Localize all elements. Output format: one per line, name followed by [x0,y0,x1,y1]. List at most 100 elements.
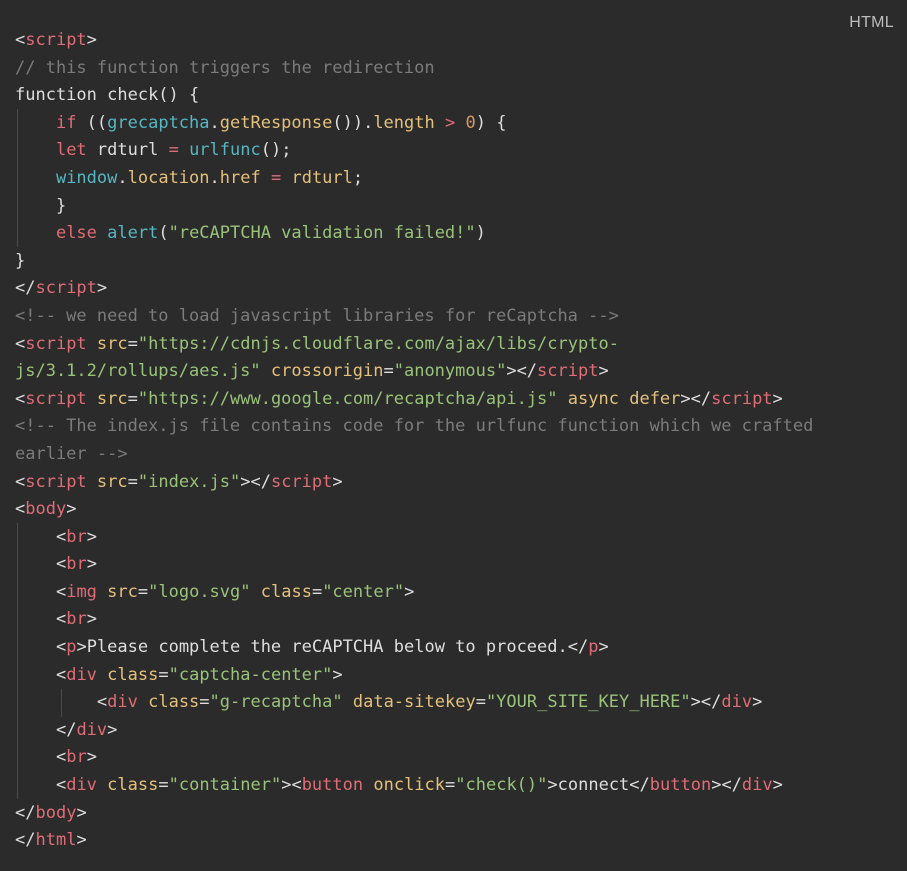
code-token-fn: rdturl [291,167,353,188]
code-token-tag: div [741,775,773,796]
code-line: </html> [15,827,897,855]
code-token-attr: class [260,581,312,602]
code-token-attr: defer [629,388,681,409]
code-token-attr: src [96,333,128,354]
code-token-tag-bracket: < [55,637,67,658]
code-token-str: "captcha-center" [168,664,333,685]
code-token-tag-bracket: > [752,692,763,713]
code-token-tag-bracket: </ [15,830,36,851]
code-token-tag: div [721,692,753,713]
code-token-attr: class [107,664,159,685]
code-line: <!-- we need to load javascript librarie… [15,303,897,331]
code-token-tag: script [711,388,773,409]
code-token-tag-bracket: < [55,664,67,685]
code-token-str: "g-recaptcha" [209,692,343,713]
code-token-tag-bracket: ></ [711,775,742,796]
code-token-tag-bracket: </ [15,802,36,823]
code-token-plain: function [15,85,108,106]
code-token-attr: data-sitekey [352,692,476,713]
code-token-fn: length [373,112,435,133]
code-token-builtin: grecaptcha [107,112,210,133]
code-line: else alert("reCAPTCHA validation failed!… [15,220,897,248]
code-token-tag-bracket: < [55,581,67,602]
code-token-tag: body [35,802,77,823]
code-token-tag: br [66,747,87,768]
code-token-tag: script [25,333,87,354]
code-line: <!-- The index.js file contains code for… [15,413,897,441]
code-token-plain: check() { [107,85,200,106]
code-token-plain: connect [557,775,630,796]
code-token-tag-bracket: < [55,526,67,547]
code-token-plain: ; [352,167,364,188]
code-token-tag: script [25,471,87,492]
code-token-str: js/3.1.2/rollups/aes.js" [15,361,261,382]
code-token-tag-bracket: < [15,333,26,354]
code-line: // this function triggers the redirectio… [15,55,897,83]
code-line: </script> [15,275,897,303]
code-token-plain: = [137,581,149,602]
code-token-tag: br [66,526,87,547]
code-line: <script src="https://cdnjs.cloudflare.co… [15,331,897,359]
code-token-tag: div [66,664,97,685]
code-token-comment: <!-- The index.js file contains code for… [15,416,814,437]
code-line: <br> [15,744,897,772]
code-token-plain: ( [158,223,169,244]
code-line: let rdturl = urlfunc(); [15,137,897,165]
code-token-tag-bracket: </ [15,278,36,299]
code-token-tag: p [66,637,77,658]
code-token-tag-bracket: < [55,554,67,575]
code-line: if ((grecaptcha.getResponse()).length > … [15,110,897,138]
code-line: <br> [15,606,897,634]
code-token-plain: = [445,775,456,796]
code-token-plain: (( [76,112,108,133]
code-token-str: "YOUR_SITE_KEY_HERE" [485,692,691,713]
code-token-str: "container" [168,775,282,796]
code-token-plain: = [158,664,169,685]
code-token-tag: script [25,388,87,409]
code-token-tag-bracket: > [76,802,87,823]
code-line: <div class="container"><button onclick="… [15,772,897,800]
code-token-tag: div [107,692,138,713]
code-line: } [15,193,897,221]
code-line: } [15,248,897,276]
code-token-tag: body [25,499,67,520]
code-line: <img src="logo.svg" class="center"> [15,579,897,607]
code-token-plain: . [209,167,220,188]
code-token-tag-bracket: < [15,499,26,520]
code-token-tag-bracket: < [15,471,26,492]
code-token-attr: class [107,775,159,796]
code-token-fn: href [219,167,261,188]
code-line: <br> [15,524,897,552]
code-token-tag-bracket: > [547,775,558,796]
code-token-tag-bracket: < [55,609,67,630]
code-token-tag: div [76,719,108,740]
code-token-builtin: window [55,167,118,188]
code-token-tag-bracket: > [86,609,97,630]
code-line: function check() { [15,82,897,110]
code-token-plain: = [127,333,138,354]
code-token-num: 0 [465,112,476,133]
code-token-tag-bracket: > [86,526,97,547]
code-token-op: = [168,140,179,161]
code-token-str: "anonymous" [393,361,507,382]
code-token-attr: crossorigin [270,361,384,382]
code-token-plain: = [383,361,394,382]
code-block: HTML <script>// this function triggers t… [0,0,907,871]
